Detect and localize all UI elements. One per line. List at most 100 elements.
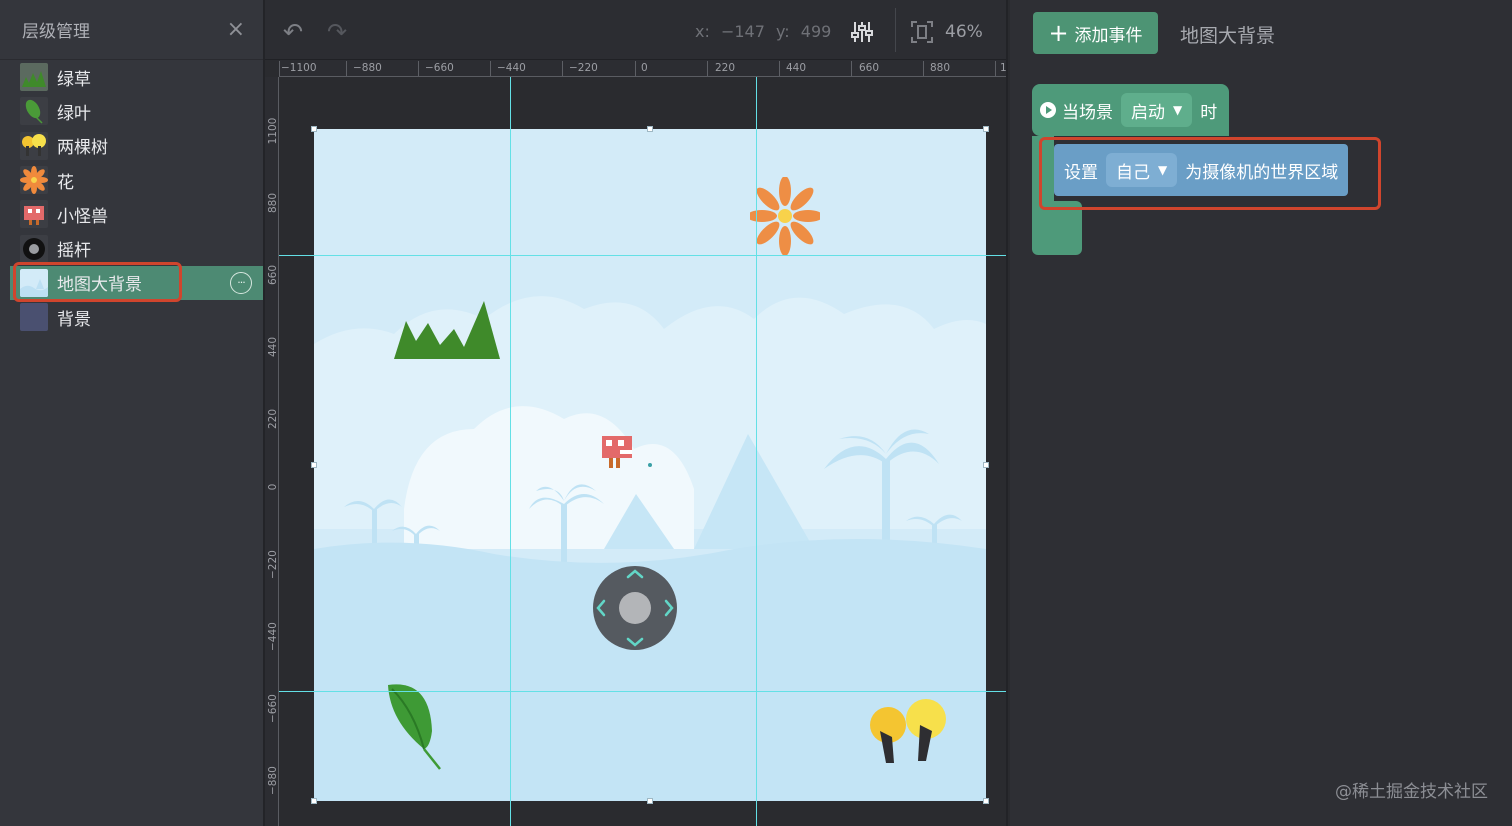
watermark: @稀土掘金技术社区	[1335, 782, 1488, 802]
ruler-label: −1100	[281, 62, 317, 74]
canvas-toolbar: ↶ ↷ x: −147 y: 499 46%	[265, 0, 1006, 60]
ruler-tick	[851, 61, 852, 76]
ruler-label: −440	[267, 622, 279, 651]
undo-icon[interactable]: ↶	[283, 18, 303, 46]
blocks-panel: + 添加事件 地图大背景 当场景 启动 ▼ 时 设置 自己 ▼ 为摄像机的世界区…	[1010, 0, 1512, 826]
ruler-label: −220	[569, 62, 598, 74]
ruler-label: 220	[267, 408, 279, 430]
guide-line-horizontal[interactable]	[279, 255, 1006, 256]
resize-handle[interactable]	[311, 462, 317, 468]
trees-sprite[interactable]	[866, 697, 950, 767]
redo-icon[interactable]: ↷	[327, 18, 347, 46]
layer-panel-header: 层级管理 ×	[0, 0, 263, 60]
ruler-tick	[490, 61, 491, 76]
app-root: 层级管理 × 绿草 绿叶 两棵树 花 小怪兽 摇杆 地图大背景 ··· 背景 ↶…	[0, 0, 1512, 826]
monster-sprite[interactable]	[600, 434, 634, 470]
sliders-icon[interactable]	[851, 20, 873, 50]
layer-item-map-background[interactable]: 地图大背景 ···	[10, 265, 263, 301]
ruler-tick	[779, 61, 780, 76]
layer-item-label: 地图大背景	[57, 275, 142, 296]
ruler-label: −440	[497, 62, 526, 74]
ruler-tick	[346, 61, 347, 76]
fit-screen-icon[interactable]	[910, 20, 934, 50]
grass-sprite[interactable]	[392, 301, 502, 361]
joystick-thumb-icon	[20, 234, 48, 263]
grass-thumb-icon	[20, 63, 48, 92]
monster-thumb-icon	[20, 200, 48, 229]
resize-handle[interactable]	[983, 126, 989, 132]
resize-handle[interactable]	[647, 126, 653, 132]
layer-item-grass[interactable]: 绿草	[0, 60, 263, 94]
ruler-tick	[562, 61, 563, 76]
leaf-sprite[interactable]	[382, 681, 444, 773]
ruler-label: 220	[715, 62, 736, 74]
guide-line-vertical[interactable]	[510, 77, 511, 826]
toolbar-divider	[895, 8, 896, 52]
ruler-tick	[635, 61, 636, 76]
flower-thumb-icon	[20, 166, 48, 195]
more-options-icon[interactable]: ···	[230, 271, 252, 294]
add-event-label: 添加事件	[1074, 25, 1143, 46]
layer-item-joystick[interactable]: 摇杆	[0, 231, 263, 265]
vertical-ruler[interactable]: 1100 880 660 440 220 0 −220 −440 −660 −8…	[265, 77, 279, 826]
block-text: 设置	[1064, 162, 1098, 183]
ruler-label: −880	[353, 62, 382, 74]
ruler-label: 1100	[267, 117, 279, 145]
resize-handle[interactable]	[311, 126, 317, 132]
trees-thumb-icon	[20, 131, 48, 160]
horizontal-ruler[interactable]: −1100 −880 −660 −440 −220 0 220 440 660 …	[279, 60, 1007, 77]
guide-line-horizontal[interactable]	[279, 691, 1006, 692]
add-event-button[interactable]: + 添加事件	[1033, 12, 1158, 54]
layer-item-label: 绿草	[57, 69, 91, 90]
flower-sprite[interactable]	[750, 177, 820, 255]
ruler-tick	[418, 61, 419, 76]
resize-handle[interactable]	[983, 798, 989, 804]
ruler-tick	[995, 61, 996, 76]
scene-stage[interactable]	[314, 129, 986, 801]
ruler-label: 0	[641, 62, 648, 74]
ruler-label: −220	[267, 550, 279, 579]
ruler-tick	[923, 61, 924, 76]
ruler-label: 0	[267, 483, 279, 491]
block-text: 时	[1200, 102, 1218, 123]
joystick-sprite[interactable]	[592, 565, 678, 651]
canvas-area: ↶ ↷ x: −147 y: 499 46% −1100 −880 −660 −…	[265, 0, 1008, 826]
layer-item-label: 花	[57, 172, 74, 193]
guide-line-vertical[interactable]	[756, 77, 757, 826]
zoom-level[interactable]: 46%	[945, 22, 983, 42]
layer-item-trees[interactable]: 两棵树	[0, 129, 263, 163]
play-icon	[1040, 102, 1056, 118]
block-c-arm	[1032, 136, 1054, 202]
block-text: 为摄像机的世界区域	[1185, 162, 1339, 183]
layer-item-background[interactable]: 背景	[0, 300, 263, 334]
map-bg-thumb-icon	[20, 268, 48, 297]
stage-origin-dot	[648, 463, 652, 467]
when-scene-starts-block[interactable]: 当场景 启动 ▼ 时	[1032, 84, 1230, 136]
plus-icon: +	[1048, 19, 1069, 47]
resize-handle[interactable]	[311, 798, 317, 804]
layer-item-label: 两棵树	[57, 138, 108, 159]
ruler-label: −660	[267, 694, 279, 723]
layer-item-monster[interactable]: 小怪兽	[0, 197, 263, 231]
ruler-label: 440	[786, 62, 807, 74]
scene-event-dropdown[interactable]: 启动 ▼	[1121, 93, 1193, 127]
leaf-thumb-icon	[20, 97, 48, 126]
target-sprite-dropdown[interactable]: 自己 ▼	[1106, 153, 1178, 187]
dropdown-value: 自己	[1116, 162, 1150, 183]
caret-down-icon: ▼	[1173, 103, 1183, 117]
layer-item-label: 背景	[57, 309, 91, 330]
layer-item-label: 摇杆	[57, 241, 91, 262]
layer-item-flower[interactable]: 花	[0, 163, 263, 197]
ruler-label: 440	[267, 336, 279, 358]
set-camera-world-area-block[interactable]: 设置 自己 ▼ 为摄像机的世界区域	[1054, 144, 1349, 196]
resize-handle[interactable]	[647, 798, 653, 804]
ruler-label: 880	[930, 62, 951, 74]
bg-thumb-icon	[20, 303, 48, 332]
ruler-label: 1	[1000, 62, 1007, 74]
close-icon[interactable]: ×	[227, 17, 245, 42]
resize-handle[interactable]	[983, 462, 989, 468]
layer-item-label: 绿叶	[57, 103, 91, 124]
layer-list: 绿草 绿叶 两棵树 花 小怪兽 摇杆 地图大背景 ··· 背景	[0, 60, 263, 334]
block-c-foot	[1032, 201, 1082, 255]
layer-item-leaf[interactable]: 绿叶	[0, 94, 263, 128]
